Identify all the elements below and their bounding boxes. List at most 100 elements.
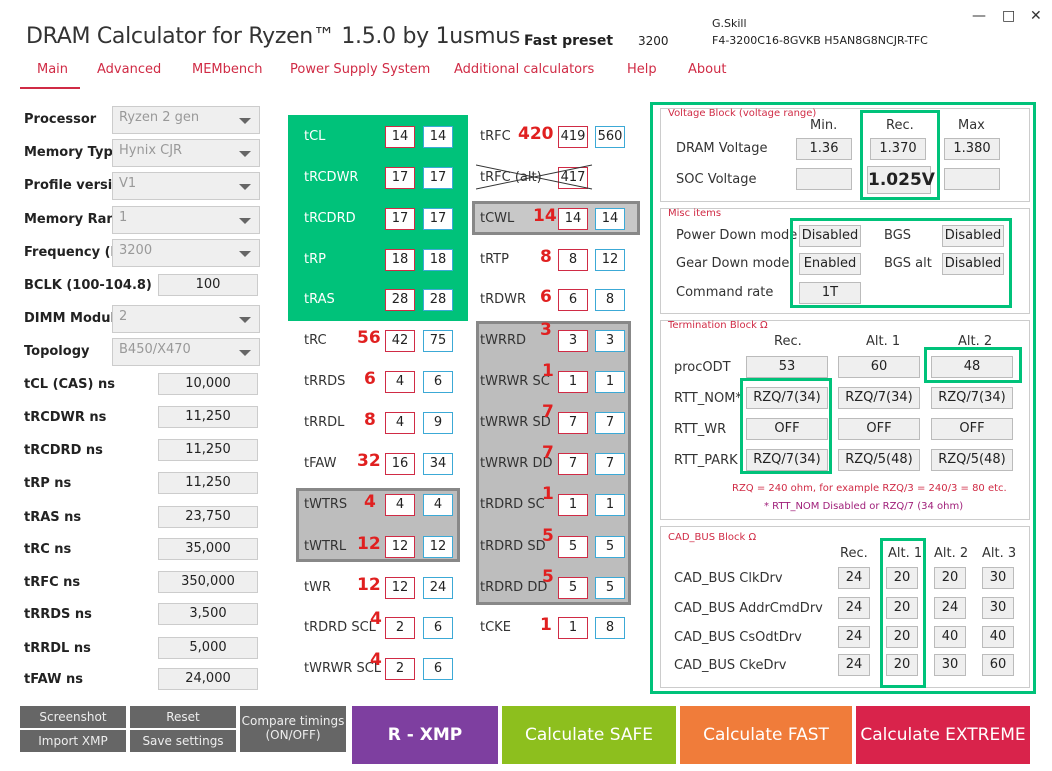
setting-input[interactable]: 35,000 [158,538,258,560]
timing-value-b[interactable]: 4 [423,494,453,516]
timing-value-b[interactable]: 34 [423,453,453,475]
termination-alt1[interactable]: OFF [838,418,920,440]
reset-button[interactable]: Reset [130,706,236,728]
setting-select[interactable]: B450/X470 [112,338,260,366]
cad-alt2[interactable]: 24 [934,597,966,619]
cad-rec[interactable]: 24 [838,597,870,619]
timing-value-a[interactable]: 14 [558,208,588,230]
timing-value-a[interactable]: 3 [558,330,588,352]
timing-value-b[interactable]: 560 [595,126,625,148]
cad-rec[interactable]: 24 [838,567,870,589]
compare-timings-button[interactable]: Compare timings (ON/OFF) [240,706,346,752]
timing-value-a[interactable]: 419 [558,126,588,148]
cad-alt2[interactable]: 20 [934,567,966,589]
timing-value-a[interactable]: 16 [385,453,415,475]
screenshot-button[interactable]: Screenshot [20,706,126,728]
tab-membench[interactable]: MEMbench [192,62,263,77]
cad-alt3[interactable]: 30 [982,597,1014,619]
import-xmp-button[interactable]: Import XMP [20,730,126,752]
timing-value-b[interactable]: 7 [595,412,625,434]
timing-value-b[interactable]: 1 [595,371,625,393]
r-xmp-button[interactable]: R - XMP [352,706,498,764]
timing-value-a[interactable]: 17 [385,208,415,230]
timing-value-b[interactable]: 9 [423,412,453,434]
timing-value-a[interactable]: 2 [385,617,415,639]
setting-select[interactable]: V1 [112,172,260,200]
maximize-icon[interactable]: □ [1002,8,1015,24]
termination-alt2[interactable]: RZQ/7(34) [931,387,1013,409]
calculate-extreme-button[interactable]: Calculate EXTREME [856,706,1030,764]
tab-advanced[interactable]: Advanced [97,62,161,77]
timing-value-a[interactable]: 42 [385,330,415,352]
timing-value-b[interactable]: 5 [595,536,625,558]
timing-value-a[interactable]: 4 [385,494,415,516]
tab-main[interactable]: Main [37,62,68,77]
timing-value-b[interactable]: 18 [423,249,453,271]
setting-input[interactable]: 100 [158,274,258,296]
timing-value-a[interactable]: 4 [385,371,415,393]
timing-value-a[interactable]: 12 [385,536,415,558]
timing-value-a[interactable]: 1 [558,494,588,516]
timing-value-b[interactable]: 12 [423,536,453,558]
timing-value-a[interactable]: 7 [558,412,588,434]
save-settings-button[interactable]: Save settings [130,730,236,752]
cad-rec[interactable]: 24 [838,654,870,676]
timing-value-a[interactable]: 4 [385,412,415,434]
termination-rec[interactable]: 53 [746,356,828,378]
setting-select[interactable]: Hynix CJR [112,139,260,167]
minimize-icon[interactable]: — [972,8,986,24]
timing-value-b[interactable]: 24 [423,577,453,599]
setting-select[interactable]: 2 [112,305,260,333]
calculate-safe-button[interactable]: Calculate SAFE [502,706,676,764]
setting-input[interactable]: 350,000 [158,571,258,593]
timing-value-b[interactable]: 28 [423,289,453,311]
timing-value-a[interactable]: 8 [558,249,588,271]
tab-additional-calculators[interactable]: Additional calculators [454,62,594,77]
setting-input[interactable]: 3,500 [158,603,258,625]
setting-input[interactable]: 11,250 [158,472,258,494]
setting-input[interactable]: 5,000 [158,637,258,659]
timing-value-a[interactable]: 7 [558,453,588,475]
setting-input[interactable]: 24,000 [158,668,258,690]
tab-about[interactable]: About [688,62,726,77]
timing-value-b[interactable]: 14 [423,126,453,148]
termination-alt1[interactable]: RZQ/5(48) [838,449,920,471]
cad-alt2[interactable]: 30 [934,654,966,676]
timing-value-b[interactable]: 1 [595,494,625,516]
timing-value-a[interactable]: 18 [385,249,415,271]
timing-value-a[interactable]: 28 [385,289,415,311]
termination-alt1[interactable]: 60 [838,356,920,378]
cad-alt3[interactable]: 40 [982,626,1014,648]
termination-alt1[interactable]: RZQ/7(34) [838,387,920,409]
termination-alt2[interactable]: RZQ/5(48) [931,449,1013,471]
timing-value-a[interactable]: 17 [385,167,415,189]
timing-value-b[interactable]: 14 [595,208,625,230]
cad-alt3[interactable]: 30 [982,567,1014,589]
timing-value-b[interactable]: 5 [595,577,625,599]
tab-power-supply[interactable]: Power Supply System [290,62,430,77]
calculate-fast-button[interactable]: Calculate FAST [680,706,852,764]
timing-value-b[interactable]: 7 [595,453,625,475]
timing-value-b[interactable]: 6 [423,371,453,393]
setting-select[interactable]: 3200 [112,239,260,267]
timing-value-b[interactable]: 8 [595,289,625,311]
timing-value-b[interactable]: 6 [423,617,453,639]
tab-help[interactable]: Help [627,62,657,77]
setting-input[interactable]: 11,250 [158,439,258,461]
setting-select[interactable]: 1 [112,206,260,234]
setting-input[interactable]: 11,250 [158,406,258,428]
setting-input[interactable]: 23,750 [158,506,258,528]
timing-value-a[interactable]: 6 [558,289,588,311]
timing-value-a[interactable]: 12 [385,577,415,599]
timing-value-b[interactable]: 3 [595,330,625,352]
timing-value-a[interactable]: 1 [558,371,588,393]
timing-value-a[interactable]: 2 [385,658,415,680]
close-icon[interactable]: ✕ [1030,8,1042,24]
setting-input[interactable]: 10,000 [158,373,258,395]
timing-value-b[interactable]: 6 [423,658,453,680]
timing-value-b[interactable]: 17 [423,167,453,189]
timing-value-a[interactable]: 14 [385,126,415,148]
timing-value-b[interactable]: 17 [423,208,453,230]
setting-select[interactable]: Ryzen 2 gen [112,106,260,134]
cad-rec[interactable]: 24 [838,626,870,648]
